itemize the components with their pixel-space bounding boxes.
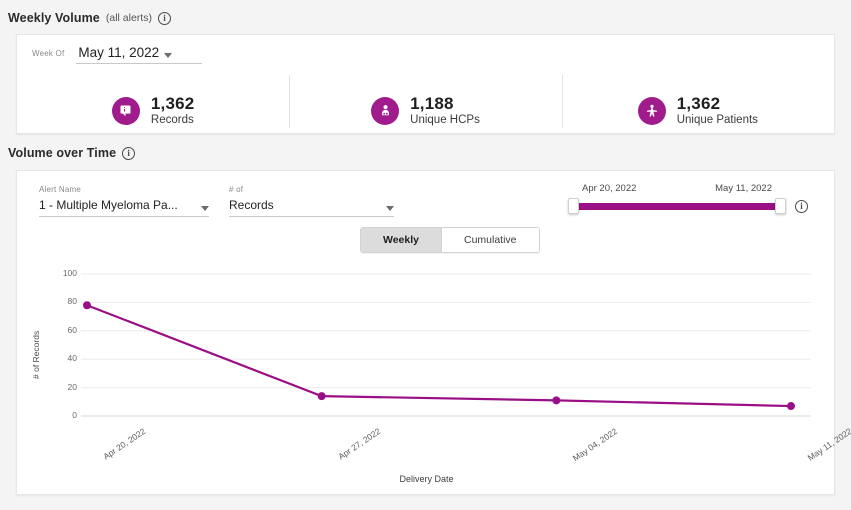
alert-name-select[interactable]: 1 - Multiple Myeloma Pa...: [39, 198, 209, 217]
kpi-value: 1,188: [410, 94, 454, 114]
kpi-row: 1,362 Records 1,188 Unique HCPs 1,362 Un…: [17, 75, 834, 134]
kpi-unique-patients: 1,362 Unique Patients: [561, 75, 834, 134]
info-icon[interactable]: i: [795, 199, 808, 213]
range-track-row: i: [568, 198, 816, 214]
y-axis-tick: 100: [62, 268, 77, 278]
week-of-value: May 11, 2022: [78, 45, 160, 60]
filter-count-of: # of Records: [229, 185, 394, 217]
filter-value: Records: [229, 198, 274, 212]
kpi-label: Unique Patients: [676, 113, 758, 126]
range-handle-end[interactable]: [775, 198, 786, 214]
patient-icon: [637, 96, 666, 125]
chart-filters: Alert Name 1 - Multiple Myeloma Pa... # …: [39, 185, 394, 217]
range-fill: [576, 202, 778, 210]
range-labels: Apr 20, 2022 May 11, 2022: [568, 183, 786, 198]
filter-alert-name: Alert Name 1 - Multiple Myeloma Pa...: [39, 185, 209, 217]
chevron-down-icon: [164, 53, 173, 58]
info-icon[interactable]: i: [157, 11, 171, 25]
count-of-select[interactable]: Records: [229, 198, 394, 217]
range-start-label: Apr 20, 2022: [582, 183, 637, 194]
data-point[interactable]: [552, 396, 561, 405]
range-end-label: May 11, 2022: [715, 183, 772, 194]
dashboard-page: Weekly Volume (all alerts) i Week Of May…: [0, 0, 851, 510]
y-axis-tick: 40: [67, 353, 77, 364]
volume-over-time-title: Volume over Time: [8, 146, 117, 160]
kpi-unique-hcps: 1,188 Unique HCPs: [289, 75, 561, 134]
line-chart: # of Records Delivery Date 0 20 40 60 80 100 A…: [17, 261, 851, 496]
date-range-slider: Apr 20, 2022 May 11, 2022 i: [568, 183, 816, 214]
plot-surface: 0 20 40 60 80 100 Apr 20, 2022 Apr 27, 2022 May …: [17, 261, 851, 463]
y-axis-tick: 80: [67, 296, 77, 307]
series-line: [86, 304, 792, 408]
hcp-icon: [371, 96, 400, 125]
info-icon[interactable]: i: [122, 146, 136, 160]
range-track[interactable]: [568, 198, 786, 214]
chevron-down-icon: [201, 205, 209, 211]
y-axis-tick: 0: [72, 410, 77, 420]
data-point[interactable]: [317, 392, 326, 401]
filter-label: # of: [229, 185, 244, 194]
data-point[interactable]: [83, 301, 91, 310]
toggle-weekly[interactable]: Weekly: [361, 228, 441, 252]
chevron-down-icon: [386, 205, 394, 211]
week-of-label: Week Of: [32, 49, 65, 58]
range-handle-start[interactable]: [568, 198, 579, 214]
toggle-cumulative[interactable]: Cumulative: [441, 228, 539, 252]
records-icon: [111, 96, 140, 125]
y-axis-tick: 20: [67, 381, 77, 392]
weekly-volume-subtitle: (all alerts): [105, 12, 152, 24]
data-point[interactable]: [787, 402, 795, 411]
weekly-volume-title: Weekly Volume: [8, 11, 100, 25]
weekly-volume-header: Weekly Volume (all alerts) i: [0, 9, 171, 27]
y-axis-tick: 60: [67, 324, 77, 335]
x-axis-title: Delivery Date: [399, 474, 454, 484]
volume-over-time-header: Volume over Time i: [0, 144, 136, 162]
kpi-records: 1,362 Records: [17, 87, 289, 134]
kpi-label: Unique HCPs: [410, 113, 480, 126]
kpi-value: 1,362: [150, 94, 195, 114]
week-of-row: Week Of May 11, 2022: [17, 35, 834, 64]
volume-over-time-card: Alert Name 1 - Multiple Myeloma Pa... # …: [16, 170, 851, 496]
filter-value: 1 - Multiple Myeloma Pa...: [39, 198, 178, 212]
kpi-label: Records: [150, 113, 194, 126]
kpi-value: 1,362: [676, 94, 721, 114]
week-of-select[interactable]: May 11, 2022: [76, 45, 203, 64]
filter-label: Alert Name: [39, 185, 82, 194]
weekly-volume-card: Week Of May 11, 2022 1,362 Records 1,188…: [16, 34, 835, 134]
granularity-toggle: Weekly Cumulative: [360, 227, 540, 253]
